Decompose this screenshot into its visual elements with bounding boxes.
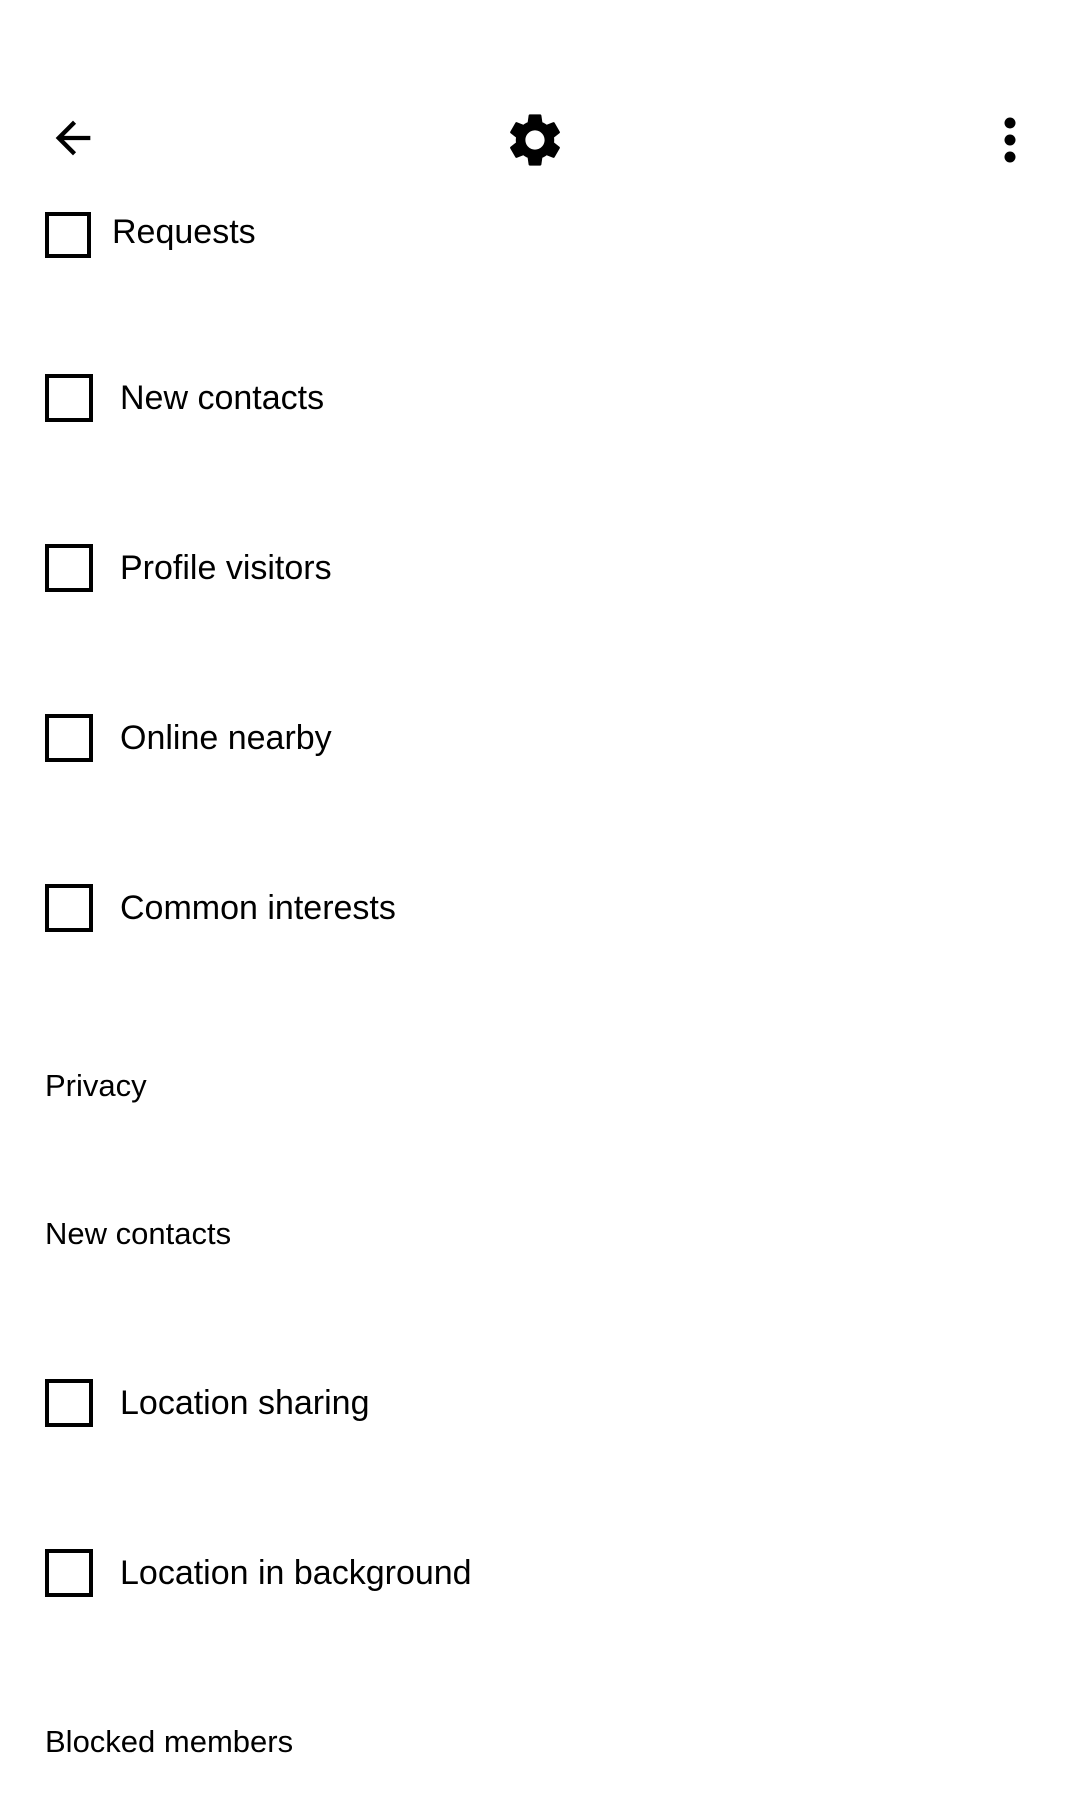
requests-label: Requests	[112, 213, 256, 251]
checkbox-row-online-nearby[interactable]: Online nearby	[0, 690, 1080, 800]
more-vert-icon	[1004, 117, 1016, 163]
requests-checkbox[interactable]	[45, 212, 91, 258]
new-contacts-label: New contacts	[120, 379, 325, 417]
common-interests-label: Common interests	[120, 889, 396, 927]
common-interests-checkbox[interactable]	[45, 884, 93, 932]
new-contacts-checkbox[interactable]	[45, 374, 93, 422]
location-background-checkbox[interactable]	[45, 1549, 93, 1597]
checkbox-row-profile-visitors[interactable]: Profile visitors	[0, 520, 1080, 630]
online-nearby-checkbox[interactable]	[45, 714, 93, 762]
arrow-left-icon	[55, 120, 91, 156]
checkbox-row-new-contacts[interactable]: New contacts	[0, 350, 1080, 460]
profile-visitors-label: Profile visitors	[120, 549, 332, 587]
checkbox-row-location-sharing[interactable]: Location sharing	[0, 1355, 1080, 1465]
more-options-button[interactable]	[986, 108, 1034, 172]
location-sharing-label: Location sharing	[120, 1384, 370, 1422]
location-background-label: Location in background	[120, 1554, 472, 1592]
online-nearby-label: Online nearby	[120, 719, 332, 757]
profile-visitors-checkbox[interactable]	[45, 544, 93, 592]
checkbox-row-location-background[interactable]: Location in background	[0, 1525, 1080, 1635]
privacy-section-title: Privacy	[45, 1068, 147, 1103]
privacy-new-contacts-item[interactable]: New contacts	[45, 1214, 231, 1254]
gear-icon	[510, 114, 560, 166]
checkbox-row-requests[interactable]: Requests	[0, 180, 1080, 290]
blocked-members-item[interactable]: Blocked members	[45, 1722, 293, 1762]
back-button[interactable]	[38, 103, 108, 173]
settings-button[interactable]	[503, 108, 567, 172]
checkbox-row-common-interests[interactable]: Common interests	[0, 860, 1080, 970]
app-toolbar	[0, 0, 1080, 200]
location-sharing-checkbox[interactable]	[45, 1379, 93, 1427]
